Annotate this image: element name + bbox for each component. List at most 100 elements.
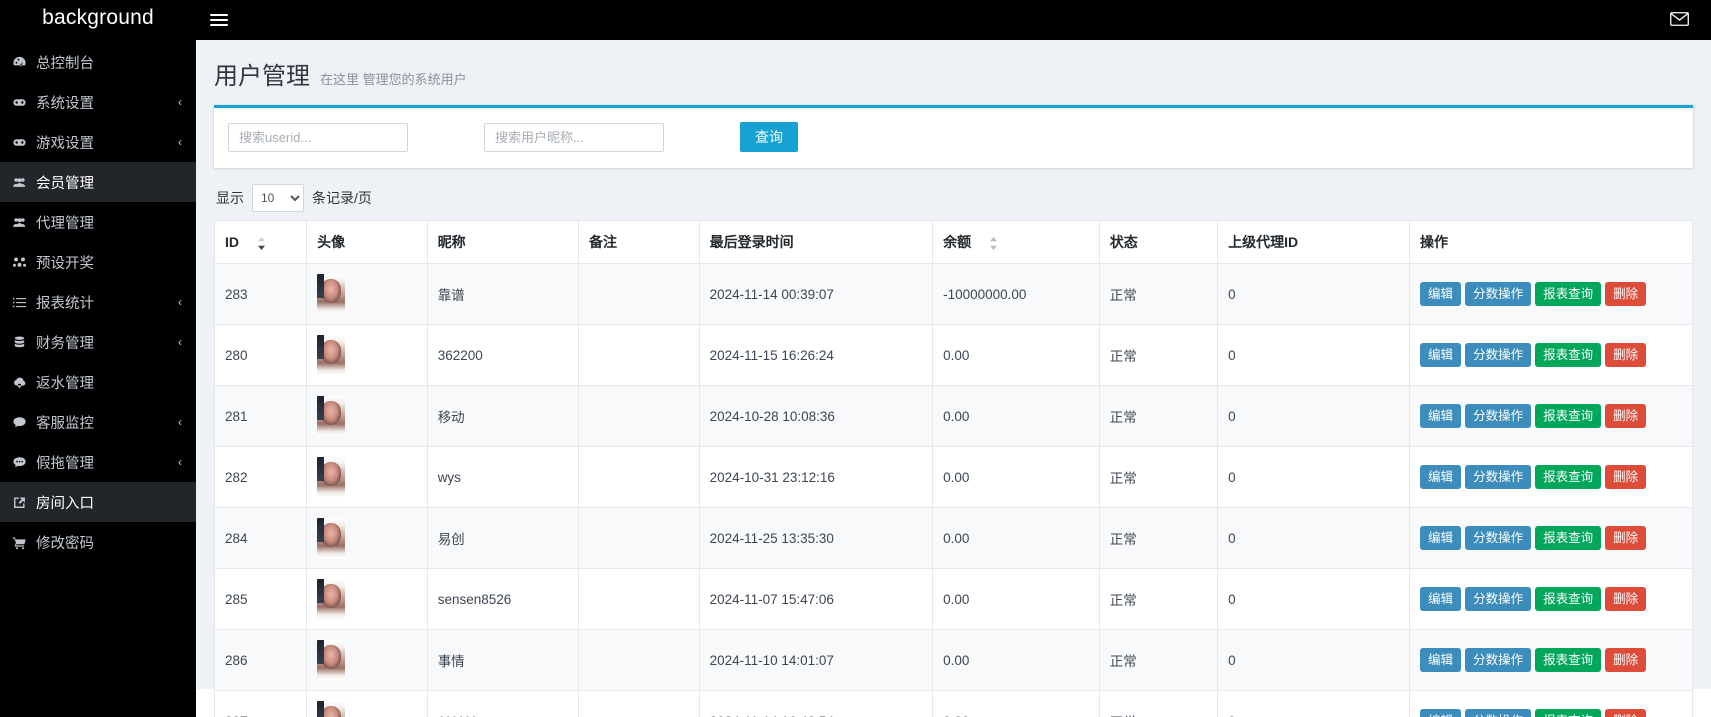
search-row: 查询 bbox=[228, 122, 1679, 152]
search-nickname-input[interactable] bbox=[484, 122, 664, 152]
action-score-button[interactable]: 分数操作 bbox=[1465, 708, 1532, 717]
action-edit-button[interactable]: 编辑 bbox=[1420, 342, 1462, 368]
cell-avatar bbox=[306, 568, 428, 630]
sidebar-item-4[interactable]: 会员管理 bbox=[0, 162, 196, 202]
cell-parent-agent-id: 0 bbox=[1217, 629, 1411, 691]
cell-nickname: 362200 bbox=[426, 324, 579, 386]
action-score-button[interactable]: 分数操作 bbox=[1465, 464, 1532, 490]
topbar bbox=[196, 0, 1711, 40]
search-panel: 查询 bbox=[214, 108, 1693, 168]
action-edit-button[interactable]: 编辑 bbox=[1420, 403, 1462, 429]
action-edit-button[interactable]: 编辑 bbox=[1420, 708, 1462, 717]
column-header-8: 上级代理ID bbox=[1217, 220, 1411, 264]
cell-operations: 编辑分数操作报表查询删除 bbox=[1409, 324, 1693, 386]
row-actions: 编辑分数操作报表查询删除 bbox=[1420, 342, 1682, 368]
column-header-label: 状态 bbox=[1109, 234, 1138, 250]
row-actions: 编辑分数操作报表查询删除 bbox=[1420, 647, 1682, 673]
action-edit-button[interactable]: 编辑 bbox=[1420, 647, 1462, 673]
action-report-button[interactable]: 报表查询 bbox=[1535, 342, 1602, 368]
sidebar-item-8[interactable]: 财务管理 ‹ bbox=[0, 322, 196, 362]
action-del-button[interactable]: 删除 bbox=[1605, 708, 1647, 717]
search-userid-input[interactable] bbox=[228, 122, 408, 152]
cell-last-login: 2024-11-07 15:47:06 bbox=[698, 568, 934, 630]
cell-balance: 0.00 bbox=[932, 385, 1100, 447]
column-header-1[interactable]: ID bbox=[214, 220, 308, 264]
action-del-button[interactable]: 删除 bbox=[1605, 281, 1647, 307]
action-report-button[interactable]: 报表查询 bbox=[1535, 464, 1602, 490]
action-del-button[interactable]: 删除 bbox=[1605, 403, 1647, 429]
action-report-button[interactable]: 报表查询 bbox=[1535, 586, 1602, 612]
query-button[interactable]: 查询 bbox=[740, 122, 798, 152]
action-report-button[interactable]: 报表查询 bbox=[1535, 525, 1602, 551]
chevron-left-icon: ‹ bbox=[178, 335, 182, 349]
sidebar-item-label: 客服监控 bbox=[36, 415, 94, 432]
action-edit-button[interactable]: 编辑 bbox=[1420, 586, 1462, 612]
cell-nickname: wys bbox=[426, 446, 579, 508]
action-del-button[interactable]: 删除 bbox=[1605, 647, 1647, 673]
cart-icon bbox=[12, 535, 36, 550]
action-score-button[interactable]: 分数操作 bbox=[1465, 342, 1532, 368]
sidebar-item-label: 代理管理 bbox=[36, 215, 94, 232]
action-report-button[interactable]: 报表查询 bbox=[1535, 708, 1602, 717]
envelope-icon[interactable] bbox=[1670, 11, 1689, 29]
cell-avatar bbox=[306, 690, 428, 717]
cell-status: 正常 bbox=[1098, 507, 1219, 569]
user-avatar bbox=[317, 640, 346, 680]
action-score-button[interactable]: 分数操作 bbox=[1465, 403, 1532, 429]
dashboard-icon bbox=[12, 55, 36, 70]
sidebar-item-9[interactable]: 返水管理 bbox=[0, 362, 196, 402]
action-edit-button[interactable]: 编辑 bbox=[1420, 525, 1462, 551]
action-del-button[interactable]: 删除 bbox=[1605, 464, 1647, 490]
action-score-button[interactable]: 分数操作 bbox=[1465, 525, 1532, 551]
database-icon bbox=[12, 335, 36, 350]
users-icon bbox=[12, 215, 36, 230]
sidebar-item-2[interactable]: 系统设置 ‹ bbox=[0, 82, 196, 122]
cell-nickname: 事情 bbox=[426, 629, 579, 691]
sidebar-item-label: 返水管理 bbox=[36, 375, 94, 392]
sort-desc-icon[interactable] bbox=[257, 236, 266, 250]
action-score-button[interactable]: 分数操作 bbox=[1465, 281, 1532, 307]
action-del-button[interactable]: 删除 bbox=[1605, 525, 1647, 551]
sort-none-icon[interactable] bbox=[989, 236, 998, 250]
sidebar-item-13[interactable]: 修改密码 bbox=[0, 522, 196, 562]
action-score-button[interactable]: 分数操作 bbox=[1465, 586, 1532, 612]
cell-balance: 0.00 bbox=[932, 507, 1100, 569]
table-row: 280 362200 2024-11-15 16:26:24 0.00 正常 0 编辑 分数操… bbox=[214, 324, 1693, 386]
column-header-6[interactable]: 余额 bbox=[932, 220, 1100, 264]
table-body: 283 靠谱 2024-11-14 00:39:07 -10000000.00 正常 0 编… bbox=[214, 263, 1693, 717]
cell-status: 正常 bbox=[1098, 385, 1219, 447]
hamburger-icon[interactable] bbox=[210, 14, 228, 26]
cell-status: 正常 bbox=[1098, 446, 1219, 508]
row-actions: 编辑分数操作报表查询删除 bbox=[1420, 525, 1682, 551]
page-length-select[interactable]: 102550100 bbox=[252, 184, 304, 212]
sidebar-item-5[interactable]: 代理管理 bbox=[0, 202, 196, 242]
sidebar-item-12[interactable]: 房间入口 bbox=[0, 482, 196, 522]
cell-nickname: 靠谱 bbox=[426, 263, 579, 325]
sidebar-item-11[interactable]: 假拖管理 ‹ bbox=[0, 442, 196, 482]
action-report-button[interactable]: 报表查询 bbox=[1535, 281, 1602, 307]
sidebar-item-1[interactable]: 总控制台 bbox=[0, 42, 196, 82]
sidebar-item-6[interactable]: 预设开奖 bbox=[0, 242, 196, 282]
action-report-button[interactable]: 报表查询 bbox=[1535, 403, 1602, 429]
sidebar-item-label: 总控制台 bbox=[36, 55, 94, 72]
chevron-left-icon: ‹ bbox=[178, 95, 182, 109]
action-edit-button[interactable]: 编辑 bbox=[1420, 281, 1462, 307]
sidebar-item-10[interactable]: 客服监控 ‹ bbox=[0, 402, 196, 442]
action-edit-button[interactable]: 编辑 bbox=[1420, 464, 1462, 490]
cell-id: 281 bbox=[214, 385, 308, 447]
sidebar-item-3[interactable]: 游戏设置 ‹ bbox=[0, 122, 196, 162]
nickname-field-wrap bbox=[484, 122, 664, 152]
cell-last-login: 2024-10-31 23:12:16 bbox=[698, 446, 934, 508]
sidebar-item-7[interactable]: 报表统计 ‹ bbox=[0, 282, 196, 322]
cell-status: 正常 bbox=[1098, 629, 1219, 691]
cell-nickname: 111111 bbox=[426, 690, 579, 717]
column-header-label: 操作 bbox=[1420, 234, 1449, 250]
action-del-button[interactable]: 删除 bbox=[1605, 342, 1647, 368]
action-del-button[interactable]: 删除 bbox=[1605, 586, 1647, 612]
action-score-button[interactable]: 分数操作 bbox=[1465, 647, 1532, 673]
sidebar-item-label: 房间入口 bbox=[36, 495, 94, 512]
action-report-button[interactable]: 报表查询 bbox=[1535, 647, 1602, 673]
table-row: 282 wys 2024-10-31 23:12:16 0.00 正常 0 编辑 分数操作 报表… bbox=[214, 446, 1693, 508]
column-header-label: 最后登录时间 bbox=[709, 234, 794, 250]
row-actions: 编辑分数操作报表查询删除 bbox=[1420, 403, 1682, 429]
